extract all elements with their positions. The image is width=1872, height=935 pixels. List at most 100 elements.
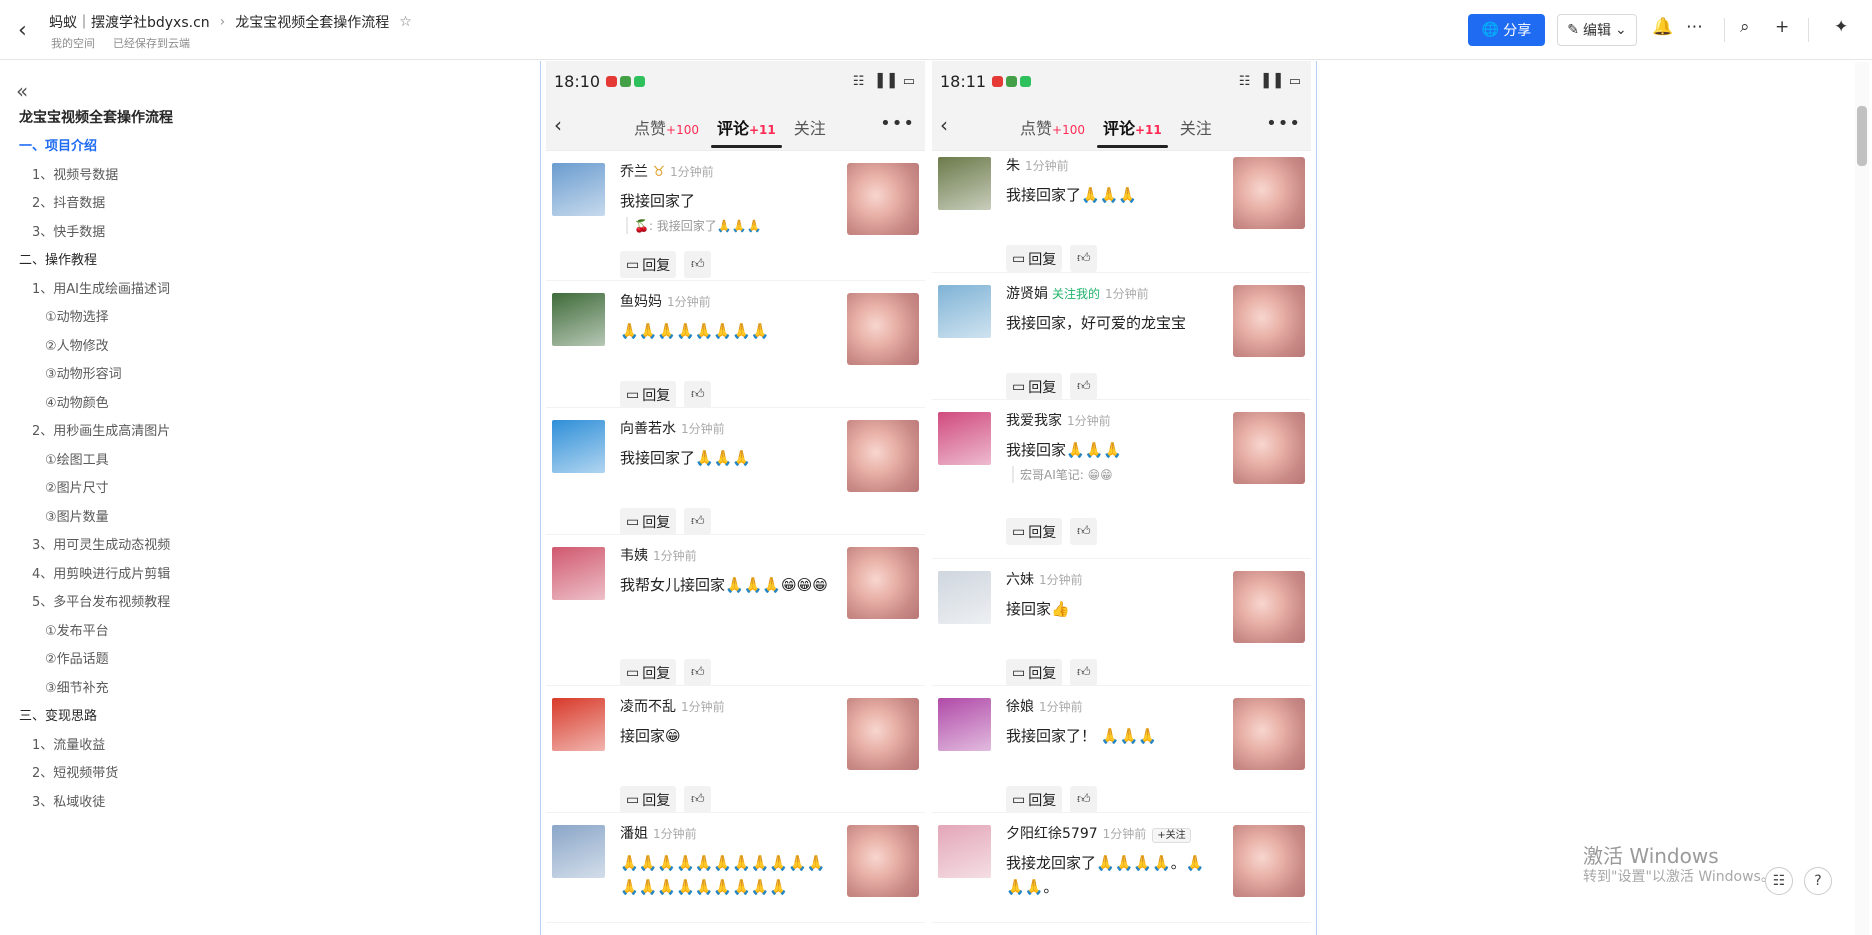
toc-item[interactable]: 1、流量收益 [0, 732, 540, 761]
edit-button[interactable]: ✎ 编辑 ⌄ [1557, 14, 1637, 46]
tab-评论[interactable]: 评论+11 [711, 115, 782, 148]
reply-button[interactable]: ▭ 回复 [1006, 659, 1063, 686]
avatar[interactable] [552, 825, 605, 878]
avatar[interactable] [552, 547, 605, 600]
avatar[interactable] [938, 157, 991, 210]
toc-item[interactable]: 3、用可灵生成动态视频 [0, 532, 540, 561]
avatar[interactable] [938, 825, 991, 878]
assistant-icon[interactable]: ✦ [1834, 17, 1848, 37]
reply-button[interactable]: ▭ 回复 [620, 381, 677, 408]
like-button[interactable]: 👍︎ [1070, 518, 1098, 545]
plus-icon[interactable]: + [1775, 17, 1789, 37]
back-arrow-icon[interactable]: ‹ [18, 18, 27, 43]
like-button[interactable]: 👍︎ [684, 381, 712, 408]
toc-item[interactable]: 1、视频号数据 [0, 162, 540, 191]
back-arrow-icon[interactable]: ‹ [940, 113, 948, 137]
toc-item[interactable]: 2、短视频带货 [0, 760, 540, 789]
toc-item[interactable]: 2、抖音数据 [0, 190, 540, 219]
search-icon[interactable]: ⌕ [1740, 17, 1750, 37]
reply-button[interactable]: ▭ 回复 [620, 786, 677, 813]
toc-item[interactable]: 3、快手数据 [0, 219, 540, 248]
video-thumbnail[interactable] [1233, 825, 1305, 897]
reply-button[interactable]: ▭ 回复 [1006, 373, 1063, 400]
like-button[interactable]: 👍︎ [684, 659, 712, 686]
my-space-label[interactable]: 我的空间 [51, 35, 95, 51]
help-icon[interactable]: ? [1804, 867, 1832, 895]
avatar[interactable] [552, 420, 605, 473]
commenter-name[interactable]: 徐娘 1分钟前 [1006, 696, 1083, 716]
commenter-name[interactable]: 六妹 1分钟前 [1006, 569, 1083, 589]
video-thumbnail[interactable] [1233, 698, 1305, 770]
like-button[interactable]: 👍︎ [684, 251, 712, 278]
toc-item[interactable]: 4、用剪映进行成片剪辑 [0, 561, 540, 590]
video-thumbnail[interactable] [1233, 571, 1305, 643]
reply-button[interactable]: ▭ 回复 [620, 659, 677, 686]
video-thumbnail[interactable] [847, 293, 919, 365]
share-button[interactable]: 🌐 分享 [1468, 14, 1545, 46]
scrollbar-thumb[interactable] [1857, 106, 1867, 166]
toc-item[interactable]: ①动物选择 [0, 304, 540, 333]
video-thumbnail[interactable] [847, 163, 919, 235]
video-thumbnail[interactable] [1233, 285, 1305, 357]
toc-item[interactable]: ③图片数量 [0, 504, 540, 533]
toc-item[interactable]: ③细节补充 [0, 675, 540, 704]
toc-item[interactable]: 2、用秒画生成高清图片 [0, 418, 540, 447]
toc-item[interactable]: ④动物颜色 [0, 390, 540, 419]
like-button[interactable]: 👍︎ [1070, 659, 1098, 686]
outline-icon[interactable]: ☷ [1765, 867, 1793, 895]
commenter-name[interactable]: 游贤娟 关注我的 1分钟前 [1006, 283, 1149, 303]
tab-评论[interactable]: 评论+11 [1097, 115, 1168, 148]
tab-点赞[interactable]: 点赞+100 [1020, 115, 1085, 139]
video-thumbnail[interactable] [1233, 412, 1305, 484]
video-thumbnail[interactable] [847, 698, 919, 770]
tab-点赞[interactable]: 点赞+100 [634, 115, 699, 139]
star-icon[interactable]: ☆ [399, 14, 412, 30]
toc-item[interactable]: 三、变现思路 [0, 703, 540, 732]
like-button[interactable]: 👍︎ [1070, 373, 1098, 400]
toc-item[interactable]: ②人物修改 [0, 333, 540, 362]
bell-icon[interactable]: 🔔 [1652, 17, 1673, 37]
commenter-name[interactable]: 韦姨 1分钟前 [620, 545, 697, 565]
more-icon[interactable]: ⋯ [1686, 17, 1703, 37]
toc-item[interactable]: ②图片尺寸 [0, 475, 540, 504]
commenter-name[interactable]: 朱 1分钟前 [1006, 155, 1069, 175]
toc-item[interactable]: ①绘图工具 [0, 447, 540, 476]
toc-item[interactable]: 3、私域收徒 [0, 789, 540, 818]
avatar[interactable] [552, 698, 605, 751]
follow-button[interactable]: +关注 [1152, 828, 1191, 843]
commenter-name[interactable]: 乔兰 ♉ 1分钟前 [620, 161, 714, 181]
video-thumbnail[interactable] [847, 547, 919, 619]
avatar[interactable] [938, 571, 991, 624]
reply-button[interactable]: ▭ 回复 [620, 251, 677, 278]
toc-item[interactable]: 1、用AI生成绘画描述词 [0, 276, 540, 305]
toc-item[interactable]: ①发布平台 [0, 618, 540, 647]
toc-item[interactable]: 二、操作教程 [0, 247, 540, 276]
toc-item[interactable]: ②作品话题 [0, 646, 540, 675]
like-button[interactable]: 👍︎ [684, 786, 712, 813]
reply-button[interactable]: ▭ 回复 [1006, 518, 1063, 545]
reply-button[interactable]: ▭ 回复 [620, 508, 677, 535]
avatar[interactable] [938, 285, 991, 338]
commenter-name[interactable]: 向善若水 1分钟前 [620, 418, 725, 438]
avatar[interactable] [552, 293, 605, 346]
avatar[interactable] [552, 163, 605, 216]
more-icon[interactable]: ••• [1266, 113, 1301, 134]
video-thumbnail[interactable] [1233, 157, 1305, 229]
commenter-name[interactable]: 鱼妈妈 1分钟前 [620, 291, 711, 311]
like-button[interactable]: 👍︎ [1070, 245, 1098, 272]
back-arrow-icon[interactable]: ‹ [554, 113, 562, 137]
more-icon[interactable]: ••• [880, 113, 915, 134]
doc-title[interactable]: 龙宝宝视频全套操作流程 [235, 12, 389, 32]
avatar[interactable] [938, 412, 991, 465]
reply-button[interactable]: ▭ 回复 [1006, 786, 1063, 813]
toc-item[interactable]: ③动物形容词 [0, 361, 540, 390]
commenter-name[interactable]: 凌而不乱 1分钟前 [620, 696, 725, 716]
collapse-sidebar-icon[interactable]: « [16, 79, 28, 103]
tab-关注[interactable]: 关注 [794, 115, 826, 139]
like-button[interactable]: 👍︎ [1070, 786, 1098, 813]
like-button[interactable]: 👍︎ [684, 508, 712, 535]
toc-title[interactable]: 龙宝宝视频全套操作流程 [19, 107, 173, 127]
reply-button[interactable]: ▭ 回复 [1006, 245, 1063, 272]
toc-item[interactable]: 一、项目介绍 [0, 133, 540, 162]
image-frame[interactable]: 18:10 ☷ ▐▐ ▭ ‹ 点赞+100 评论+11 关注 ••• 乔兰 ♉ 1分钟前 我接回家… [540, 61, 1317, 935]
